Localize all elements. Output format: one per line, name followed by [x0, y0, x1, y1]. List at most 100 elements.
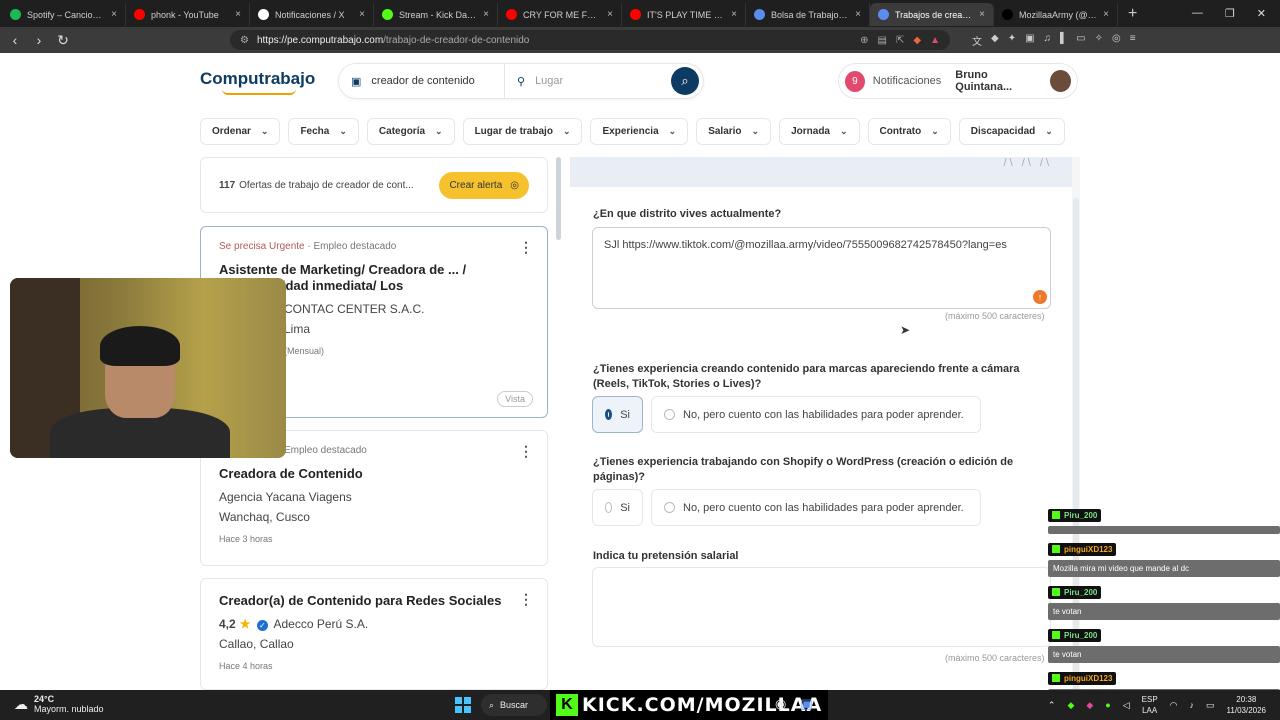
language-indicator[interactable]: ESP LAA — [1142, 694, 1158, 716]
filter-dropdown[interactable]: Lugar de trabajo ⌄ — [462, 118, 583, 145]
app-icon[interactable]: ▣ — [800, 696, 812, 712]
browser-tab[interactable]: Bolsa de Trabajo San Juan × — [746, 3, 870, 26]
tab-close-icon[interactable]: × — [235, 9, 241, 20]
tray-app-icon[interactable]: ◆ — [1067, 700, 1074, 711]
screenshot-icon[interactable]: ▣ — [1025, 33, 1034, 48]
avatar[interactable] — [1050, 70, 1071, 92]
windows-taskbar: ☁ 24°C Mayorm. nublado ⌕ Buscar K KICK.C… — [0, 690, 1280, 720]
clock[interactable]: 20:38 11/03/2026 — [1227, 694, 1266, 716]
radio-checked[interactable] — [605, 409, 613, 420]
filter-dropdown[interactable]: Discapacidad ⌄ — [958, 118, 1065, 145]
browser-tab[interactable]: Notificaciones / X × — [250, 3, 374, 26]
rewards-icon[interactable]: ▲ — [930, 35, 940, 46]
shopify-yes-option[interactable]: Si — [592, 489, 643, 526]
microphone-icon[interactable]: ● — [1105, 700, 1110, 710]
filter-dropdown[interactable]: Contrato ⌄ — [867, 118, 951, 145]
company-name[interactable]: Agencia Yacana Viagens — [219, 490, 529, 504]
company-name[interactable]: Adecco Perú S.A. — [273, 617, 368, 631]
menu-icon[interactable]: ≡ — [1130, 33, 1136, 48]
radio-unchecked[interactable] — [664, 502, 675, 513]
job-title[interactable]: Creador(a) de Contenido para Redes Socia… — [219, 593, 529, 609]
forward-icon[interactable]: › — [32, 32, 46, 48]
taskbar-search[interactable]: ⌕ Buscar — [481, 694, 547, 716]
job-title[interactable]: Creadora de Contenido — [219, 466, 529, 482]
tab-close-icon[interactable]: × — [483, 9, 489, 20]
sidebar-icon[interactable]: ▌ — [1060, 33, 1067, 48]
translate-icon[interactable]: 文 — [972, 33, 982, 48]
weather-widget[interactable]: ☁ 24°C Mayorm. nublado — [14, 694, 104, 714]
card-menu-icon[interactable]: ⋮ — [519, 591, 533, 608]
filter-label: Salario — [708, 126, 742, 137]
back-icon[interactable]: ‹ — [8, 32, 22, 48]
browser-tab[interactable]: Trabajos de creador d × — [870, 3, 994, 26]
search-button[interactable]: ⌕ — [671, 67, 699, 95]
shopify-no-option[interactable]: No, pero cuento con las habilidades para… — [651, 489, 981, 526]
salary-answer-field[interactable] — [592, 567, 1051, 647]
browser-tab[interactable]: Stream - Kick Dashboard × — [374, 3, 498, 26]
filter-dropdown[interactable]: Categoría ⌄ — [366, 118, 455, 145]
reader-icon[interactable]: ▤ — [878, 35, 887, 46]
zoom-icon[interactable]: ⊕ — [860, 35, 868, 46]
browser-tab[interactable]: IT'S PLAY TIME FUNK - Yo × — [622, 3, 746, 26]
create-alert-button[interactable]: Crear alerta ◎ — [439, 171, 529, 199]
card-menu-icon[interactable]: ⋮ — [519, 443, 533, 460]
wallet-icon[interactable]: ▭ — [1076, 33, 1085, 48]
radio-unchecked[interactable] — [664, 409, 675, 420]
extension-icon[interactable]: ◆ — [991, 33, 999, 48]
browser-tab[interactable]: phonk - YouTube × — [126, 3, 250, 26]
windows-start-icon[interactable] — [455, 697, 471, 713]
reload-icon[interactable]: ↻ — [56, 32, 70, 49]
keyword-input[interactable]: creador de contenido — [371, 75, 474, 87]
filter-dropdown[interactable]: Experiencia ⌄ — [590, 118, 689, 145]
notification-badge[interactable]: 9 — [845, 70, 865, 92]
tab-close-icon[interactable]: × — [111, 9, 117, 20]
maximize-icon[interactable]: ❐ — [1225, 7, 1235, 20]
job-card[interactable]: Creador(a) de Contenido para Redes Socia… — [200, 578, 548, 690]
camera-yes-option[interactable]: Si — [592, 396, 643, 433]
filter-dropdown[interactable]: Jornada ⌄ — [779, 118, 860, 145]
share-icon[interactable]: ⇱ — [896, 35, 904, 46]
district-answer-field[interactable]: SJl https://www.tiktok.com/@mozillaa.arm… — [592, 227, 1051, 309]
speaker-icon[interactable]: ◁ — [1123, 700, 1130, 711]
vpn-icon[interactable]: ◎ — [1112, 33, 1121, 48]
minimize-icon[interactable]: — — [1192, 7, 1203, 20]
location-field[interactable]: ⚲ Lugar — [505, 64, 671, 98]
camera-no-option[interactable]: No, pero cuento con las habilidades para… — [651, 396, 981, 433]
filter-dropdown[interactable]: Fecha ⌄ — [288, 118, 359, 145]
filter-dropdown[interactable]: Salario ⌄ — [696, 118, 772, 145]
close-icon[interactable]: ✕ — [1257, 7, 1266, 20]
wifi-icon[interactable]: ◠ — [1170, 700, 1178, 711]
puzzle-icon[interactable]: ✦ — [1008, 33, 1016, 48]
list-scrollbar[interactable] — [556, 157, 561, 240]
steam-icon[interactable]: ◉ — [775, 696, 786, 712]
filter-dropdown[interactable]: Ordenar ⌄ — [200, 118, 281, 145]
tab-close-icon[interactable]: × — [607, 9, 613, 20]
tab-close-icon[interactable]: × — [359, 9, 365, 20]
volume-icon[interactable]: ♪ — [1190, 700, 1195, 710]
user-menu[interactable]: 9 Notificaciones Bruno Quintana... — [838, 63, 1078, 99]
upload-icon[interactable]: ↑ — [1033, 290, 1047, 304]
browser-tab[interactable]: Spotify – Canciones que te × — [2, 3, 126, 26]
notifications-label[interactable]: Notificaciones — [873, 75, 941, 87]
address-bar[interactable]: ⚙ https://pe.computrabajo.com/trabajo-de… — [230, 30, 950, 50]
browser-tab[interactable]: CRY FOR ME FUNK (WA W × — [498, 3, 622, 26]
keyword-field[interactable]: ▣ creador de contenido — [339, 64, 505, 98]
tab-close-icon[interactable]: × — [979, 9, 985, 20]
card-menu-icon[interactable]: ⋮ — [519, 239, 533, 256]
site-logo[interactable]: Computrabajo — [200, 69, 315, 89]
browser-tab[interactable]: MozillaaArmy (@mozi × — [994, 3, 1118, 26]
location-input[interactable]: Lugar — [535, 75, 563, 87]
radio-unchecked[interactable] — [605, 502, 613, 513]
tab-close-icon[interactable]: × — [855, 9, 861, 20]
music-icon[interactable]: ♫ — [1044, 33, 1052, 48]
user-name[interactable]: Bruno Quintana... — [955, 69, 1042, 93]
tray-expand-icon[interactable]: ⌃ — [1048, 700, 1056, 711]
tab-close-icon[interactable]: × — [1103, 9, 1109, 20]
tab-close-icon[interactable]: × — [731, 9, 737, 20]
tray-app-icon[interactable]: ◆ — [1086, 700, 1093, 711]
new-tab-button[interactable]: + — [1118, 5, 1147, 23]
brave-shield-icon[interactable]: ◆ — [913, 35, 921, 46]
site-info-icon[interactable]: ⚙ — [240, 35, 249, 46]
ai-icon[interactable]: ✧ — [1095, 33, 1103, 48]
battery-icon[interactable]: ▭ — [1206, 700, 1215, 711]
